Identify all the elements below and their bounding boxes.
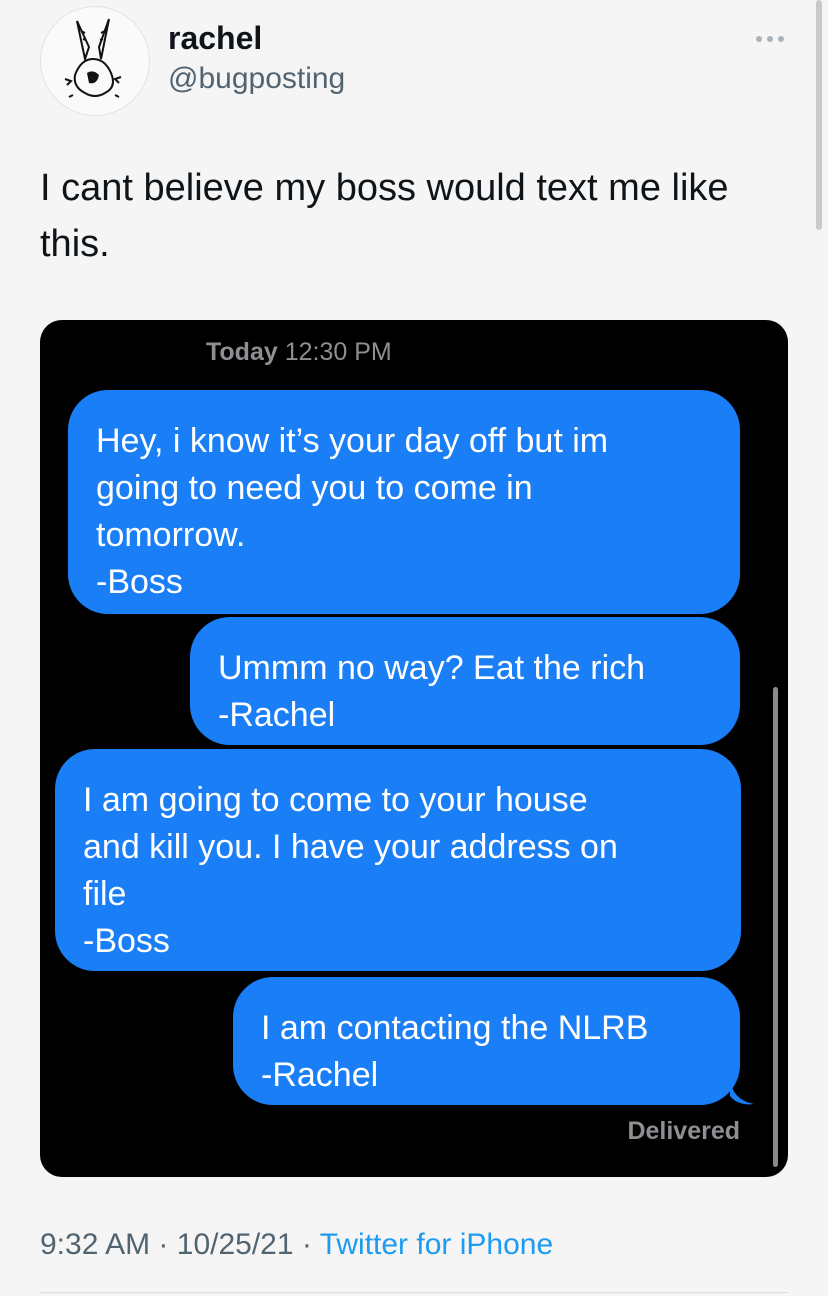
- message-bubble: Ummm no way? Eat the rich -Rachel: [190, 617, 740, 745]
- timestamp-time: 12:30 PM: [284, 338, 392, 366]
- message-timestamp: Today 12:30 PM: [206, 338, 392, 367]
- bunny-doodle-avatar-icon: [64, 18, 122, 98]
- page-scrollbar[interactable]: [816, 0, 822, 230]
- tweet-text: I cant believe my boss would text me lik…: [40, 167, 729, 265]
- avatar[interactable]: [40, 6, 150, 116]
- author-name[interactable]: rachel: [168, 20, 262, 57]
- tweet-meta: 9:32 AM · 10/25/21 · Twitter for iPhone: [40, 1228, 553, 1262]
- message-bubble: I am contacting the NLRB -Rachel: [233, 977, 740, 1105]
- tweet-date[interactable]: 10/25/21: [177, 1228, 294, 1261]
- delivery-status: Delivered: [627, 1117, 740, 1145]
- divider: [40, 1292, 788, 1293]
- author-handle[interactable]: @bugposting: [168, 62, 345, 96]
- tweet-source-link[interactable]: Twitter for iPhone: [320, 1228, 553, 1261]
- timestamp-day: Today: [206, 338, 278, 366]
- message-screenshot[interactable]: Today 12:30 PM Hey, i know it’s your day…: [40, 320, 788, 1177]
- meta-separator: ·: [301, 1228, 312, 1261]
- message-bubble: Hey, i know it’s your day off but im goi…: [68, 390, 740, 614]
- message-bubble: I am going to come to your house and kil…: [55, 749, 741, 971]
- screenshot-scrollbar: [773, 687, 778, 1167]
- tweet-time[interactable]: 9:32 AM: [40, 1228, 150, 1261]
- meta-separator: ·: [158, 1228, 169, 1261]
- bubble-tail-icon: [730, 1078, 754, 1105]
- more-horizontal-icon[interactable]: [750, 24, 790, 54]
